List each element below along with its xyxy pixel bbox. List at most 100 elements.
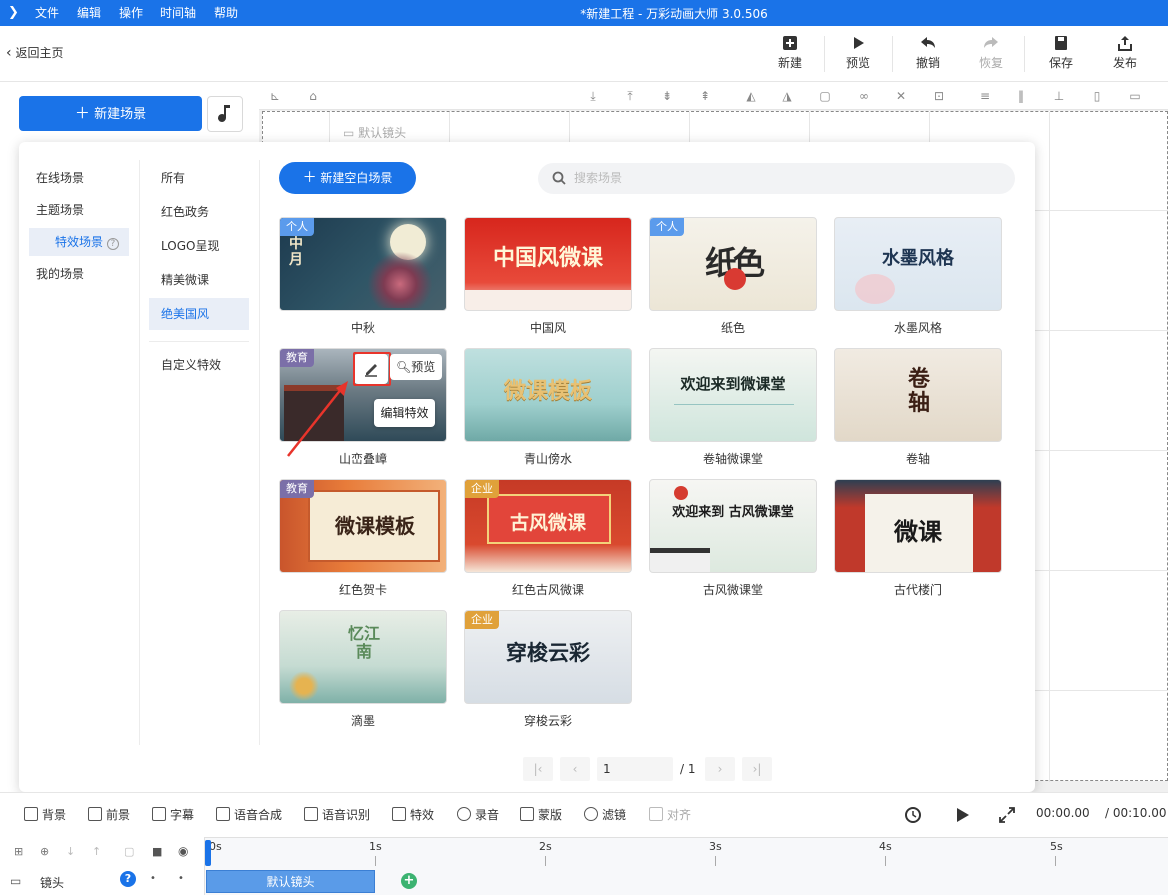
- menu-edit[interactable]: 编辑: [77, 0, 101, 26]
- effects-button[interactable]: 特效: [392, 806, 434, 824]
- sun-graphic: [674, 486, 688, 500]
- undo-button[interactable]: 撤销: [905, 34, 951, 71]
- divider: [149, 341, 249, 342]
- lock-icon[interactable]: ▢: [817, 88, 833, 104]
- tick-mark: [375, 856, 376, 866]
- save-icon: [1055, 36, 1067, 50]
- scene-card[interactable]: 穿梭云彩 企业: [464, 610, 632, 704]
- align-center-icon[interactable]: ≡: [977, 88, 993, 104]
- new-button[interactable]: 新建: [767, 34, 813, 71]
- eye-icon[interactable]: ◉: [178, 844, 188, 858]
- scroll-line: [674, 397, 794, 405]
- menu-help[interactable]: 帮助: [214, 0, 238, 26]
- tts-button[interactable]: 语音合成: [216, 806, 282, 824]
- scene-card[interactable]: 中国风微课: [464, 217, 632, 311]
- search-input[interactable]: 搜索场景: [574, 163, 622, 194]
- align-middle-icon[interactable]: ⊥: [1051, 88, 1067, 104]
- flip-vertical-icon[interactable]: ◮: [779, 88, 795, 104]
- timeline-clip[interactable]: 默认镜头: [206, 870, 375, 893]
- subcategory-custom[interactable]: 自定义特效: [161, 351, 251, 379]
- back-home-button[interactable]: ‹ 返回主页: [6, 44, 63, 61]
- plus-icon: ＋: [74, 104, 90, 122]
- subcategory-guofeng[interactable]: 绝美国风: [149, 298, 249, 330]
- foreground-button[interactable]: 前景: [88, 806, 130, 824]
- scene-card[interactable]: 纸色 个人: [649, 217, 817, 311]
- help-icon[interactable]: ?: [120, 871, 136, 887]
- move-up-icon[interactable]: ↑: [92, 845, 101, 858]
- last-page-button[interactable]: ›|: [742, 757, 772, 781]
- new-blank-scene-button[interactable]: ＋ 新建空白场景: [279, 162, 416, 194]
- add-folder-icon[interactable]: ⊞: [14, 845, 23, 858]
- add-clip-icon[interactable]: +: [401, 873, 417, 889]
- prev-page-button[interactable]: ‹: [560, 757, 590, 781]
- align-button[interactable]: 对齐: [649, 806, 691, 824]
- move-down-icon[interactable]: ↓: [66, 845, 75, 858]
- scene-card[interactable]: 卷轴: [834, 348, 1002, 442]
- link-icon[interactable]: ∞: [856, 88, 872, 104]
- trash-icon[interactable]: ▢: [124, 845, 134, 858]
- fit-icon[interactable]: ▭: [1127, 88, 1143, 104]
- music-button[interactable]: [207, 96, 243, 132]
- publish-button[interactable]: 发布: [1102, 34, 1148, 71]
- subtitle-button[interactable]: 字幕: [152, 806, 194, 824]
- play-icon[interactable]: [952, 805, 972, 825]
- subcategory-logo[interactable]: LOGO呈现: [161, 232, 251, 260]
- align-bottom-icon[interactable]: ⤓: [585, 88, 601, 104]
- help-icon[interactable]: ?: [106, 238, 119, 250]
- distribute-h-icon[interactable]: ‖: [1013, 88, 1029, 104]
- menu-timeline[interactable]: 时间轴: [160, 0, 196, 26]
- card-caption: 水墨风格: [893, 321, 942, 335]
- menu-operate[interactable]: 操作: [119, 0, 143, 26]
- align-top-icon[interactable]: ⤒: [622, 88, 638, 104]
- next-page-button[interactable]: ›: [705, 757, 735, 781]
- move-down-icon[interactable]: ⇟: [659, 88, 675, 104]
- subcategory-all[interactable]: 所有: [161, 164, 251, 192]
- foreground-icon: [88, 807, 102, 821]
- preview-button[interactable]: 🔍︎预览: [390, 354, 442, 380]
- edit-effect-tooltip: 编辑特效: [374, 399, 435, 427]
- scene-card[interactable]: 欢迎来到微课堂: [649, 348, 817, 442]
- scene-card[interactable]: 古风微课 企业: [464, 479, 632, 573]
- background-button[interactable]: 背景: [24, 806, 66, 824]
- ruler-icon[interactable]: ⊾: [267, 88, 283, 104]
- crop-icon[interactable]: ⊡: [931, 88, 947, 104]
- lock-icon[interactable]: ■: [152, 845, 162, 858]
- category-mine[interactable]: 我的场景: [36, 260, 116, 288]
- scene-card[interactable]: 微课模板 教育: [279, 479, 447, 573]
- fullscreen-icon[interactable]: [998, 806, 1016, 824]
- subcategory-micro[interactable]: 精美微课: [161, 266, 251, 294]
- mask-button[interactable]: 蒙版: [520, 806, 562, 824]
- scene-card[interactable]: 水墨风格: [834, 217, 1002, 311]
- page-input[interactable]: 1: [597, 757, 673, 781]
- scene-card[interactable]: 中月 个人: [279, 217, 447, 311]
- filter-button[interactable]: 滤镜: [584, 806, 626, 824]
- card-caption: 青山傍水: [523, 452, 572, 466]
- home-icon[interactable]: ⌂: [305, 88, 321, 104]
- scene-card[interactable]: 微课: [834, 479, 1002, 573]
- tag-badge: 个人: [280, 218, 314, 236]
- category-online[interactable]: 在线场景: [36, 164, 116, 192]
- category-effects[interactable]: 特效场景 ?: [29, 228, 129, 256]
- first-page-button[interactable]: |‹: [523, 757, 553, 781]
- flip-horizontal-icon[interactable]: ◭: [743, 88, 759, 104]
- card-art-text: 微课模板: [335, 514, 415, 538]
- scene-card[interactable]: 欢迎来到 古风微课堂: [649, 479, 817, 573]
- menu-file[interactable]: 文件: [35, 0, 59, 26]
- new-scene-button[interactable]: ＋ 新建场景: [19, 96, 202, 131]
- redo-button[interactable]: 恢复: [968, 34, 1014, 71]
- delete-icon[interactable]: ✕: [893, 88, 909, 104]
- subcategory-red-gov[interactable]: 红色政务: [161, 198, 251, 226]
- record-button[interactable]: 录音: [457, 806, 499, 824]
- scene-card[interactable]: 微课模板: [464, 348, 632, 442]
- speech-recognition-button[interactable]: 语音识别: [304, 806, 370, 824]
- replay-icon[interactable]: [903, 805, 923, 825]
- category-theme[interactable]: 主题场景: [36, 196, 116, 224]
- search-box[interactable]: 搜索场景: [538, 163, 1015, 194]
- move-up-icon[interactable]: ⇞: [697, 88, 713, 104]
- preview-button[interactable]: 预览: [835, 34, 881, 71]
- distribute-v-icon[interactable]: ▯: [1089, 88, 1105, 104]
- playhead[interactable]: [205, 840, 211, 866]
- scene-card[interactable]: 忆江南: [279, 610, 447, 704]
- add-layer-icon[interactable]: ⊕: [40, 845, 49, 858]
- save-button[interactable]: 保存: [1038, 34, 1084, 71]
